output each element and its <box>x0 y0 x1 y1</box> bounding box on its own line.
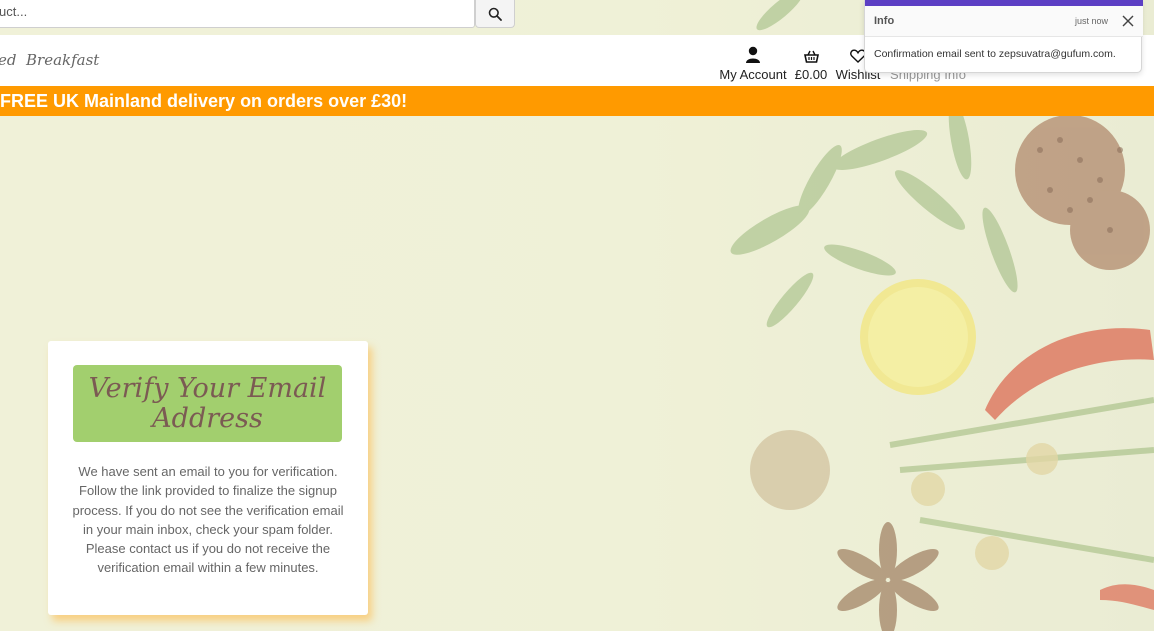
close-icon <box>1122 15 1134 27</box>
search-input[interactable]: uct... <box>0 0 475 28</box>
search-button[interactable] <box>475 0 515 28</box>
toast-message: Confirmation email sent to zepsuvatra@gu… <box>874 48 1116 60</box>
basket-link[interactable]: £0.00 <box>794 41 828 82</box>
nav-link-breakfast[interactable]: Breakfast <box>26 51 99 69</box>
toast-title: Info <box>874 15 895 27</box>
card-title: Verify Your Email Address <box>88 372 327 434</box>
basket-total: £0.00 <box>794 67 828 82</box>
my-account-label: My Account <box>719 67 787 82</box>
toast-time: just now <box>1075 16 1109 26</box>
card-title-box: Verify Your Email Address <box>73 365 342 442</box>
card-body: We have sent an email to you for verific… <box>72 464 344 576</box>
banner-text: on orders over £30! <box>235 91 408 111</box>
search-icon <box>488 7 502 21</box>
toast-close-button[interactable] <box>1120 13 1136 29</box>
my-account-link[interactable]: My Account <box>718 41 788 82</box>
banner-highlight: FREE UK Mainland delivery <box>0 91 236 111</box>
info-toast: Info just now Confirmation email sent to… <box>864 0 1143 73</box>
verify-email-card: Verify Your Email Address We have sent a… <box>48 341 368 615</box>
user-icon <box>746 46 760 63</box>
basket-icon <box>803 50 819 63</box>
toast-header: Info just now <box>865 6 1143 37</box>
nav-link-partial[interactable]: ed <box>0 51 16 69</box>
delivery-banner: FREE UK Mainland delivery on orders over… <box>0 86 1154 116</box>
